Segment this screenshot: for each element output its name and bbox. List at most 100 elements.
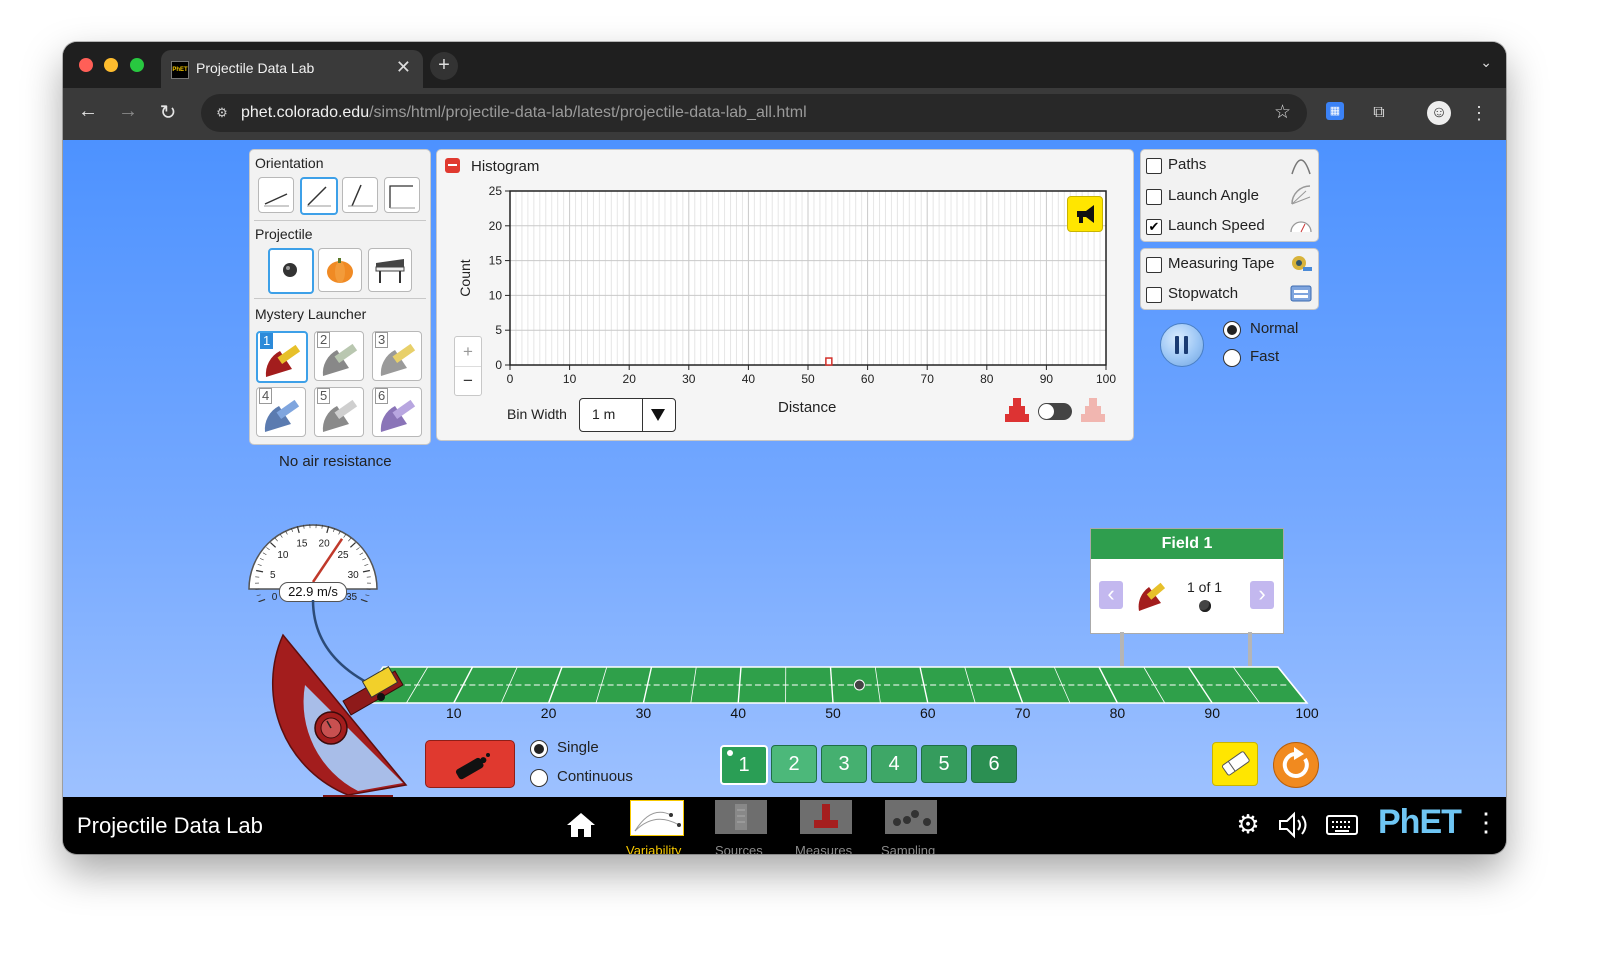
gauge-tick-label: 30 [348,570,360,581]
prev-launch-button[interactable]: ‹ [1099,581,1123,609]
url-text[interactable]: phet.colorado.edu/sims/html/projectile-d… [241,104,807,122]
forward-arrow-icon[interactable]: → [115,100,141,123]
zoom-in-button[interactable]: + [455,337,481,367]
single-mode-label: Single [557,739,599,756]
y-axis-label: Count [457,259,473,296]
measures-screen-button[interactable] [800,800,852,834]
pause-button[interactable] [1160,323,1204,367]
bin-width-select[interactable]: 1 m [579,398,676,432]
orientation-low-button[interactable] [258,177,294,213]
maximize-window-button[interactable] [130,58,144,72]
mystery-launcher-6-button[interactable]: 6 [372,387,422,437]
y-tick-label: 0 [495,358,502,372]
gauge-tick-label: 10 [277,550,289,561]
sound-icon[interactable] [1277,811,1311,839]
chevron-down-icon [651,409,665,421]
sonify-button[interactable] [1067,196,1103,232]
close-window-button[interactable] [79,58,93,72]
bin-width-label: Bin Width [507,406,567,422]
eraser-button[interactable] [1212,742,1258,786]
variability-screen-button[interactable] [630,800,684,836]
settings-gear-icon[interactable]: ⚙ [1233,809,1263,840]
mystery-launcher-3-button[interactable]: 3 [372,331,422,381]
kebab-menu-icon[interactable]: ⋮ [1468,102,1490,124]
extension-icon[interactable]: ▦ [1326,102,1344,120]
pause-icon [1184,336,1188,354]
launch-cannon-icon [455,753,490,780]
home-icon[interactable] [565,811,597,839]
bar-style-icon[interactable] [1003,398,1033,426]
keyboard-icon[interactable] [1325,813,1359,837]
playing-field: 10 20 30 40 50 60 70 80 90 100 [357,666,1319,720]
field-distance-label: 60 [920,705,936,720]
puzzle-icon[interactable]: ⧉ [1368,102,1390,124]
simulation-area: Orientation Projectile Mystery Launcher … [63,140,1506,797]
measures-screen-label: Measures [795,843,853,854]
orientation-mid-button[interactable] [300,177,338,215]
next-launch-button[interactable]: › [1250,581,1274,609]
tab-title: Projectile Data Lab [196,60,315,76]
cannonball-button[interactable] [268,248,314,294]
tab-search-chevron-icon[interactable]: ⌄ [1480,54,1492,71]
fast-speed-radio[interactable] [1223,349,1241,367]
mystery-launcher-2-button[interactable]: 2 [314,331,364,381]
continuous-mode-radio[interactable] [530,769,548,787]
field-distance-label: 80 [1110,705,1126,720]
launch-speed-label: Launch Speed [1168,217,1265,234]
launch-angle-checkbox[interactable] [1146,189,1162,205]
mystery-launcher-5-button[interactable]: 5 [314,387,364,437]
minimize-window-button[interactable] [104,58,118,72]
zoom-out-button[interactable]: − [455,367,481,395]
profile-avatar[interactable]: ☺ [1427,101,1451,125]
piano-button[interactable] [368,248,412,292]
close-tab-icon[interactable]: ✕ [396,57,411,78]
pumpkin-button[interactable] [318,248,362,292]
measuring-tape-checkbox[interactable] [1146,257,1162,273]
divider [642,399,643,431]
field-3-button[interactable]: 3 [821,745,867,783]
block-style-icon[interactable] [1079,398,1109,426]
new-tab-button[interactable]: + [430,52,458,80]
x-tick-label: 90 [1040,372,1054,386]
single-mode-radio[interactable] [530,740,548,758]
sources-screen-label: Sources [715,843,763,854]
field-distance-label: 50 [825,705,841,720]
star-icon[interactable]: ☆ [1274,101,1291,124]
gauge-tick [258,598,266,602]
phet-logo[interactable]: PhET [1378,803,1462,842]
field-2-button[interactable]: 2 [771,745,817,783]
mystery-launcher-4-button[interactable]: 4 [256,387,306,437]
launch-speed-checkbox[interactable]: ✔ [1146,219,1162,235]
normal-speed-radio[interactable] [1223,321,1241,339]
field-6-button[interactable]: 6 [971,745,1017,783]
sampling-screen-button[interactable] [885,800,937,834]
tab-strip: PhET Projectile Data Lab ✕ + ⌄ [63,42,1506,88]
sources-screen-button[interactable] [715,800,767,834]
stopwatch-checkbox[interactable] [1146,287,1162,303]
address-bar[interactable]: ⚙ phet.colorado.edu/sims/html/projectile… [201,94,1307,132]
reset-all-button[interactable] [1273,742,1319,788]
x-tick-label: 50 [801,372,815,386]
field-5-button[interactable]: 5 [921,745,967,783]
site-settings-icon[interactable]: ⚙ [211,102,233,124]
phet-menu-kebab-icon[interactable]: ⋮ [1473,807,1499,838]
back-arrow-icon[interactable]: ← [75,100,101,123]
orientation-high-button[interactable] [342,177,378,213]
launch-low-angle-icon [264,193,289,207]
active-tab[interactable]: PhET Projectile Data Lab ✕ [161,50,423,88]
orientation-cliff-button[interactable] [384,177,420,213]
field-distance-label: 10 [446,705,462,720]
x-tick-label: 100 [1096,372,1116,386]
y-tick-label: 15 [489,254,503,268]
field-4-button[interactable]: 4 [871,745,917,783]
paths-label: Paths [1168,156,1207,173]
x-tick-label: 20 [623,372,637,386]
distance-axis-label: Distance [778,399,837,416]
launch-button[interactable] [425,740,515,788]
mystery-launcher-1-button[interactable]: 1 [256,331,308,383]
launch-cliff-icon [389,185,415,209]
field-sign: Field 1 ‹ 1 of 1 › [1090,528,1284,634]
bar-style-toggle[interactable] [1038,403,1072,420]
reload-icon[interactable]: ↻ [155,100,181,125]
paths-checkbox[interactable] [1146,158,1162,174]
